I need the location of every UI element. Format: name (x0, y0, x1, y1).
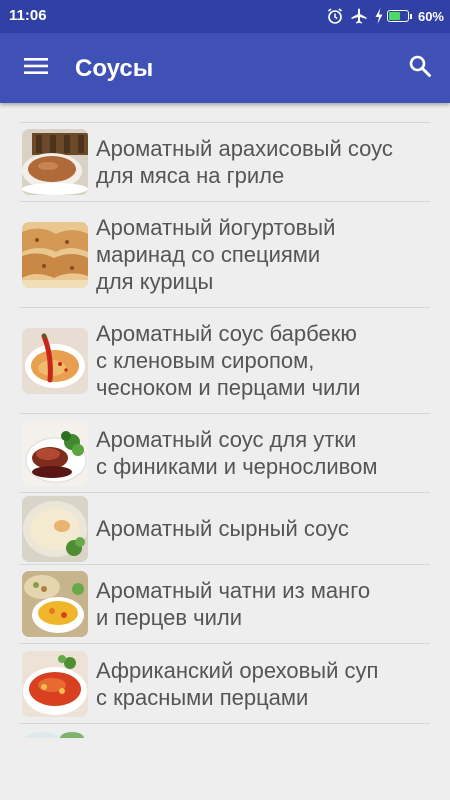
recipe-thumbnail (22, 730, 88, 738)
recipe-title: Ароматный сырный соус (96, 516, 349, 541)
status-bar: 11:06 60% (0, 0, 450, 33)
alarm-icon (326, 7, 344, 25)
recipe-title: Африканский ореховый суп с красными перц… (96, 657, 379, 710)
recipe-thumbnail (22, 129, 88, 195)
recipe-thumbnail (22, 650, 88, 717)
list-item[interactable]: Ароматный соус для утки с финиками и чер… (20, 414, 430, 493)
recipe-thumbnail (22, 495, 88, 562)
status-icons: 60% (326, 6, 444, 26)
hamburger-menu-icon (24, 56, 48, 81)
battery-indicator: 60% (374, 7, 444, 25)
list-item[interactable]: Ароматный соус барбекю с кленовым сиропо… (20, 308, 430, 414)
charging-icon (374, 7, 384, 25)
list-item[interactable]: Ароматный сырный соус (20, 493, 430, 565)
recipe-title: Ароматный чатни из манго и перцев чили (96, 578, 371, 630)
page-title: Соусы (75, 55, 154, 82)
list-item[interactable]: Ароматный йогуртовый маринад со специями… (20, 202, 430, 308)
battery-icon (386, 10, 412, 22)
battery-percent: 60% (417, 8, 444, 24)
menu-button[interactable] (14, 46, 58, 90)
search-icon (408, 54, 432, 83)
recipe-title: Ароматный соус для утки с финиками и чер… (96, 427, 378, 479)
status-time: 11:06 (9, 7, 47, 24)
app-bar: Соусы (0, 33, 450, 103)
list-item[interactable]: Ароматный чатни из манго и перцев чили (20, 565, 430, 644)
recipe-thumbnail (22, 420, 88, 486)
recipe-title: Ароматный соус барбекю с кленовым сиропо… (96, 321, 361, 400)
list-item[interactable]: Ароматный арахисовый соус для мяса на гр… (20, 123, 430, 202)
recipe-thumbnail (22, 571, 88, 637)
airplane-mode-icon (350, 7, 368, 25)
battery-fill (388, 12, 400, 20)
recipe-thumbnail (22, 327, 88, 394)
recipe-title: Ароматный йогуртовый маринад со специями… (96, 215, 336, 294)
search-button[interactable] (398, 46, 442, 90)
recipe-thumbnail (22, 221, 88, 288)
recipe-title: Ароматный арахисовый соус для мяса на гр… (96, 136, 393, 188)
list-item[interactable] (20, 724, 430, 738)
recipe-list[interactable]: Ароматный арахисовый соус для мяса на гр… (20, 122, 430, 738)
list-item[interactable]: Африканский ореховый суп с красными перц… (20, 644, 430, 724)
